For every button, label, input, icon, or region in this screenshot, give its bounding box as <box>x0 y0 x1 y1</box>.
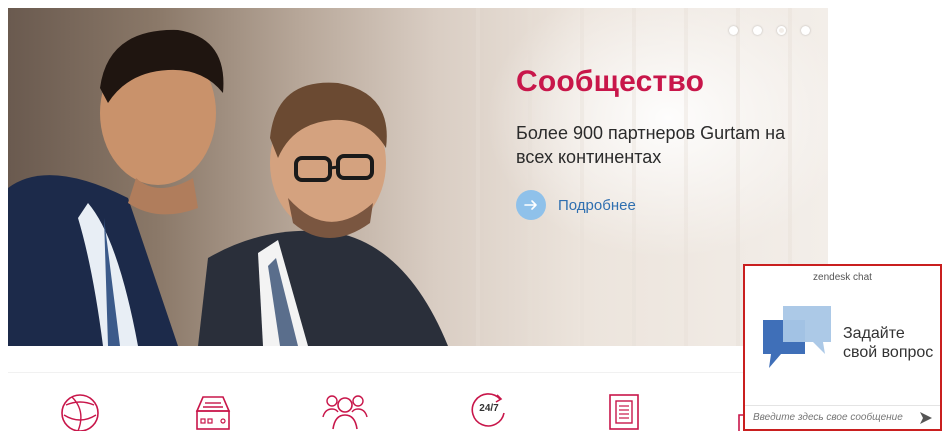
chat-input-bar <box>745 405 940 429</box>
support-24-7-label: 24/7 <box>479 403 499 414</box>
slider-dot-2[interactable] <box>753 26 762 35</box>
slider-dots <box>729 26 810 35</box>
hero-banner: Сообщество Более 900 партнеров Gurtam на… <box>8 8 828 346</box>
slider-dot-4[interactable] <box>801 26 810 35</box>
chat-message-input[interactable] <box>745 412 917 423</box>
more-link-label: Подробнее <box>558 196 636 214</box>
people-group-icon[interactable] <box>321 391 369 431</box>
chat-prompt: Задайте свой вопрос <box>843 324 933 362</box>
server-device-icon[interactable] <box>191 391 235 431</box>
zendesk-chat-widget[interactable]: zendesk chat Задайте свой вопрос <box>743 264 942 431</box>
globe-icon[interactable] <box>58 391 102 431</box>
arrow-right-icon <box>516 190 546 220</box>
chat-bubbles-icon <box>763 306 831 368</box>
support-24-7-icon[interactable]: 24/7 <box>470 391 508 429</box>
documents-icon[interactable] <box>606 391 646 431</box>
chat-prompt-line-2: свой вопрос <box>843 344 934 361</box>
features-row: 24/7 <box>8 372 828 431</box>
more-link[interactable]: Подробнее <box>516 190 636 220</box>
hero-description: Более 900 партнеров Gurtam на всех конти… <box>516 123 786 167</box>
hero-title: Сообщество <box>516 65 705 98</box>
chat-header: zendesk chat <box>813 272 872 283</box>
hero-photo-people <box>8 29 448 346</box>
send-icon[interactable] <box>917 409 935 427</box>
slider-dot-1[interactable] <box>729 26 738 35</box>
page: Сообщество Более 900 партнеров Gurtam на… <box>0 0 944 431</box>
slider-dot-3-active[interactable] <box>777 26 786 35</box>
chat-prompt-line-1: Задайте <box>843 325 905 342</box>
